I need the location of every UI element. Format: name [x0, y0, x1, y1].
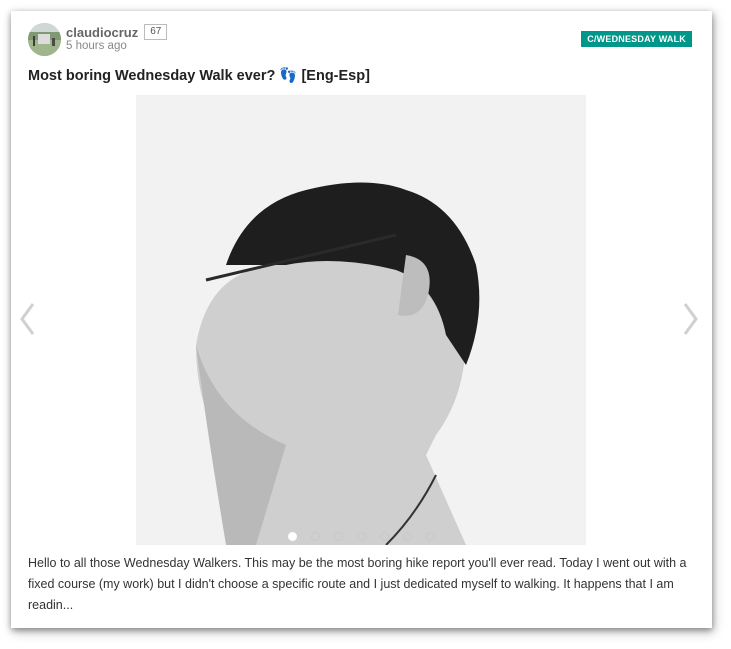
author-name[interactable]: claudiocruz — [66, 25, 138, 40]
carousel-dot[interactable] — [402, 532, 412, 541]
carousel-dot[interactable] — [379, 532, 389, 541]
carousel-dot[interactable] — [333, 532, 343, 541]
post-card[interactable]: claudiocruz 67 5 hours ago C/WEDNESDAY W… — [11, 11, 712, 628]
carousel-dot[interactable] — [310, 532, 320, 541]
post-excerpt[interactable]: Hello to all those Wednesday Walkers. Th… — [28, 553, 700, 616]
post-title[interactable]: Most boring Wednesday Walk ever? 👣 [Eng-… — [28, 67, 370, 84]
carousel-dot[interactable] — [425, 532, 435, 541]
post-image[interactable] — [136, 95, 586, 545]
post-header: claudiocruz 67 5 hours ago C/WEDNESDAY W… — [28, 23, 698, 57]
chevron-left-icon[interactable] — [17, 301, 39, 337]
carousel-dot[interactable] — [356, 532, 366, 541]
carousel-dot[interactable] — [287, 532, 297, 541]
avatar[interactable] — [28, 23, 61, 56]
carousel-dots — [136, 532, 586, 541]
chevron-right-icon[interactable] — [679, 301, 701, 337]
community-tag[interactable]: C/WEDNESDAY WALK — [581, 31, 692, 47]
post-time[interactable]: 5 hours ago — [66, 40, 127, 52]
image-carousel[interactable] — [136, 95, 586, 545]
author-line: claudiocruz 67 — [66, 23, 168, 41]
reputation-badge: 67 — [144, 24, 168, 40]
